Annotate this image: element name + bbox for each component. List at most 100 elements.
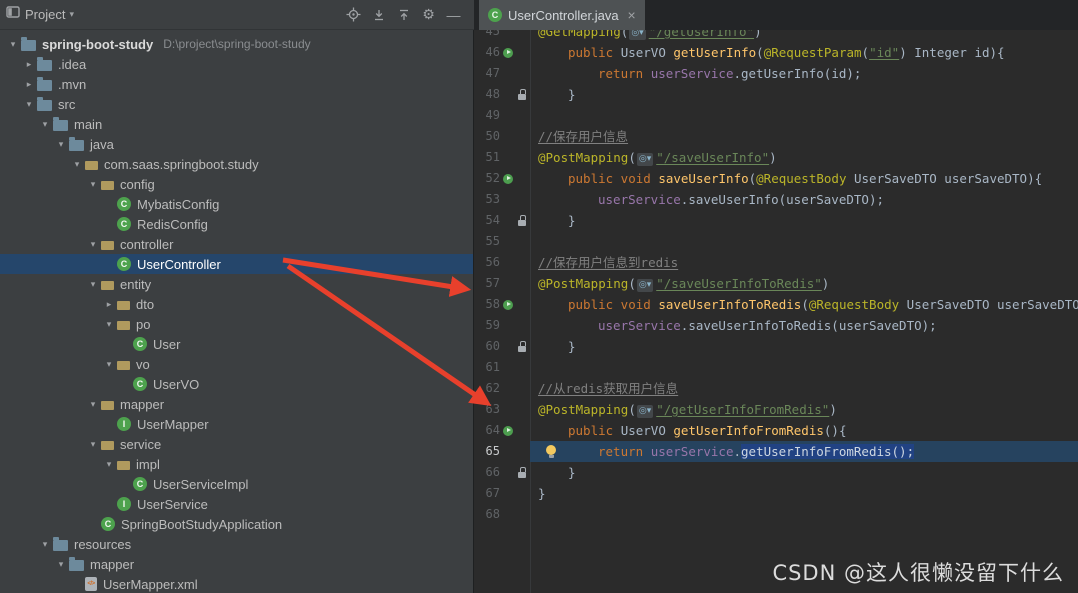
- code-line-54[interactable]: 54}: [474, 210, 1078, 231]
- code-text[interactable]: }: [530, 336, 1078, 357]
- code-line-50[interactable]: 50 //保存用户信息: [474, 126, 1078, 147]
- line-number[interactable]: 47: [474, 63, 500, 84]
- code-text[interactable]: return userService.getUserInfoFromRedis(…: [530, 441, 1078, 462]
- tree-item-dto[interactable]: ▸dto: [0, 294, 473, 314]
- chevron-down-icon[interactable]: ▾: [69, 9, 74, 20]
- code-text[interactable]: }: [530, 210, 1078, 231]
- tree-item-impl[interactable]: ▾impl: [0, 454, 473, 474]
- code-text[interactable]: [530, 231, 1078, 252]
- code-line-58[interactable]: 58 public void saveUserInfoToRedis(@Reque…: [474, 294, 1078, 315]
- chevron-down-icon[interactable]: ▾: [102, 459, 116, 470]
- line-number[interactable]: 55: [474, 231, 500, 252]
- tree-item-java[interactable]: ▾java: [0, 134, 473, 154]
- code-line-49[interactable]: 49: [474, 105, 1078, 126]
- tree-item-src[interactable]: ▾src: [0, 94, 473, 114]
- tab-usercontroller-java[interactable]: C UserController.java ×: [479, 0, 645, 30]
- line-number[interactable]: 58: [474, 294, 500, 315]
- chevron-right-icon[interactable]: ▸: [102, 299, 116, 310]
- locate-file-icon[interactable]: [341, 3, 366, 27]
- line-number[interactable]: 51: [474, 147, 500, 168]
- tree-item-usermapper[interactable]: IUserMapper: [0, 414, 473, 434]
- collapse-all-icon[interactable]: [391, 3, 416, 27]
- line-number[interactable]: 56: [474, 252, 500, 273]
- line-number[interactable]: 46: [474, 42, 500, 63]
- intention-bulb-icon[interactable]: [546, 445, 556, 455]
- close-icon[interactable]: ×: [628, 8, 636, 22]
- tree-item-resources[interactable]: ▾resources: [0, 534, 473, 554]
- tree-item-mapper[interactable]: ▾mapper: [0, 554, 473, 574]
- tree-item-config[interactable]: ▾config: [0, 174, 473, 194]
- code-line-53[interactable]: 53userService.saveUserInfo(userSaveDTO);: [474, 189, 1078, 210]
- tree-item-springbootstudyapplication[interactable]: CSpringBootStudyApplication: [0, 514, 473, 534]
- tree-item-idea[interactable]: ▸.idea: [0, 54, 473, 74]
- chevron-right-icon[interactable]: ▸: [22, 59, 36, 70]
- code-text[interactable]: [530, 357, 1078, 378]
- url-inlay-icon[interactable]: ◎▾: [637, 279, 653, 292]
- line-number[interactable]: 48: [474, 84, 500, 105]
- tree-item-mvn[interactable]: ▸.mvn: [0, 74, 473, 94]
- line-number[interactable]: 50: [474, 126, 500, 147]
- tree-item-com-saas-springboot-study[interactable]: ▾com.saas.springboot.study: [0, 154, 473, 174]
- chevron-down-icon[interactable]: ▾: [86, 279, 100, 290]
- code-line-52[interactable]: 52public void saveUserInfo(@RequestBody …: [474, 168, 1078, 189]
- line-number[interactable]: 65: [474, 441, 500, 462]
- line-number[interactable]: 67: [474, 483, 500, 504]
- code-line-64[interactable]: 64public UserVO getUserInfoFromRedis(){: [474, 420, 1078, 441]
- tree-item-userserviceimpl[interactable]: CUserServiceImpl: [0, 474, 473, 494]
- code-text[interactable]: @GetMapping(◎▾"/getUserInfo"): [530, 30, 1078, 42]
- code-line-45[interactable]: 45 @GetMapping(◎▾"/getUserInfo"): [474, 30, 1078, 42]
- tree-item-main[interactable]: ▾main: [0, 114, 473, 134]
- code-text[interactable]: }: [530, 483, 1078, 504]
- request-mapping-gutter-icon[interactable]: [500, 42, 515, 63]
- tree-item-uservo[interactable]: CUserVO: [0, 374, 473, 394]
- code-text[interactable]: @PostMapping(◎▾"/saveUserInfo"): [530, 147, 1078, 168]
- expand-all-icon[interactable]: [366, 3, 391, 27]
- chevron-down-icon[interactable]: ▾: [102, 319, 116, 330]
- chevron-down-icon[interactable]: ▾: [38, 119, 52, 130]
- tree-item-mapper[interactable]: ▾mapper: [0, 394, 473, 414]
- code-line-48[interactable]: 48}: [474, 84, 1078, 105]
- code-line-56[interactable]: 56 //保存用户信息到redis: [474, 252, 1078, 273]
- code-line-66[interactable]: 66}: [474, 462, 1078, 483]
- line-number[interactable]: 60: [474, 336, 500, 357]
- line-number[interactable]: 64: [474, 420, 500, 441]
- code-line-65[interactable]: 65 return userService.getUserInfoFromRedi…: [474, 441, 1078, 462]
- tree-item-controller[interactable]: ▾controller: [0, 234, 473, 254]
- tree-item-user[interactable]: CUser: [0, 334, 473, 354]
- tree-item-redisconfig[interactable]: CRedisConfig: [0, 214, 473, 234]
- line-number[interactable]: 62: [474, 378, 500, 399]
- tree-item-userservice[interactable]: IUserService: [0, 494, 473, 514]
- code-line-57[interactable]: 57@PostMapping(◎▾"/saveUserInfoToRedis"): [474, 273, 1078, 294]
- chevron-down-icon[interactable]: ▾: [86, 399, 100, 410]
- url-inlay-icon[interactable]: ◎▾: [637, 405, 653, 418]
- code-text[interactable]: public UserVO getUserInfo(@RequestParam(…: [530, 42, 1078, 63]
- chevron-down-icon[interactable]: ▾: [86, 439, 100, 450]
- tree-item-vo[interactable]: ▾vo: [0, 354, 473, 374]
- code-text[interactable]: public void saveUserInfoToRedis(@Request…: [530, 294, 1078, 315]
- tree-item-entity[interactable]: ▾entity: [0, 274, 473, 294]
- code-line-59[interactable]: 59userService.saveUserInfoToRedis(userSa…: [474, 315, 1078, 336]
- line-number[interactable]: 57: [474, 273, 500, 294]
- request-mapping-gutter-icon[interactable]: [500, 168, 515, 189]
- chevron-down-icon[interactable]: ▾: [6, 39, 20, 50]
- tree-item-mybatisconfig[interactable]: CMybatisConfig: [0, 194, 473, 214]
- code-text[interactable]: @PostMapping(◎▾"/getUserInfoFromRedis"): [530, 399, 1078, 420]
- code-text[interactable]: }: [530, 84, 1078, 105]
- url-inlay-icon[interactable]: ◎▾: [637, 153, 653, 166]
- chevron-down-icon[interactable]: ▾: [54, 139, 68, 150]
- code-text[interactable]: userService.saveUserInfoToRedis(userSave…: [530, 315, 1078, 336]
- request-mapping-gutter-icon[interactable]: [500, 294, 515, 315]
- code-text[interactable]: return userService.getUserInfo(id);: [530, 63, 1078, 84]
- chevron-down-icon[interactable]: ▾: [70, 159, 84, 170]
- code-text[interactable]: //保存用户信息到redis: [530, 252, 1078, 273]
- code-line-51[interactable]: 51 @PostMapping(◎▾"/saveUserInfo"): [474, 147, 1078, 168]
- line-number[interactable]: 49: [474, 105, 500, 126]
- chevron-down-icon[interactable]: ▾: [22, 99, 36, 110]
- line-number[interactable]: 45: [474, 30, 500, 42]
- chevron-down-icon[interactable]: ▾: [86, 179, 100, 190]
- code-line-47[interactable]: 47 return userService.getUserInfo(id);: [474, 63, 1078, 84]
- code-text[interactable]: //保存用户信息: [530, 126, 1078, 147]
- chevron-down-icon[interactable]: ▾: [86, 239, 100, 250]
- chevron-right-icon[interactable]: ▸: [22, 79, 36, 90]
- line-number[interactable]: 52: [474, 168, 500, 189]
